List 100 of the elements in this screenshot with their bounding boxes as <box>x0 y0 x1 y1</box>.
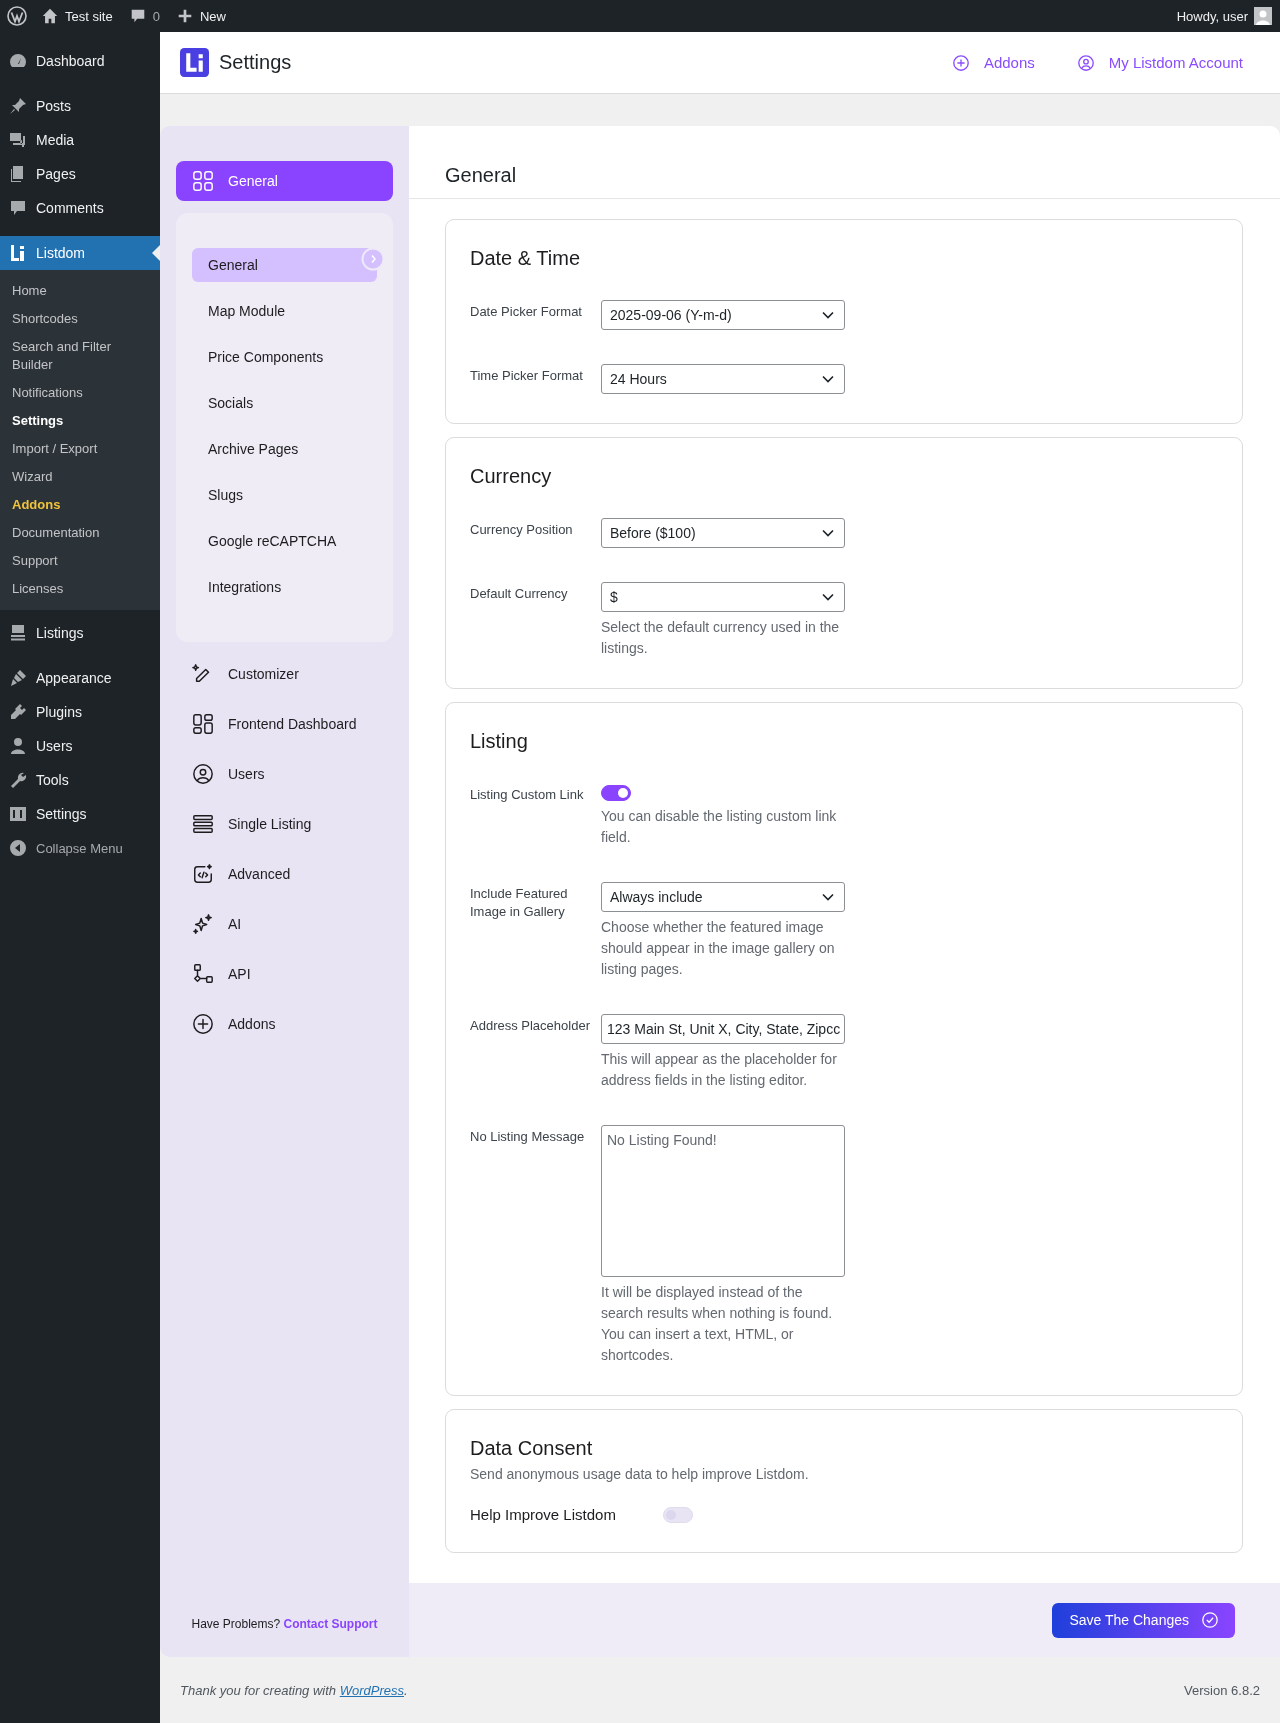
admin-submenu-item[interactable]: Addons <box>0 491 160 519</box>
help-text: Choose whether the featured image should appear in the image gallery on listing pages. <box>601 918 836 980</box>
admin-menu-item[interactable]: Comments <box>0 191 160 225</box>
home-icon <box>41 7 59 25</box>
subnav-item[interactable]: General <box>192 248 377 282</box>
field-label: Time Picker Format <box>470 367 584 386</box>
plus-circle-icon <box>951 53 970 72</box>
chevron-down-icon <box>822 593 834 602</box>
admin-submenu-item[interactable]: Shortcodes <box>0 305 160 333</box>
media-icon <box>8 130 28 150</box>
save-button[interactable]: Save The Changes <box>1052 1602 1235 1638</box>
subnav-item[interactable]: Price Components <box>192 340 377 374</box>
site-link[interactable]: Test site <box>41 7 113 25</box>
admin-submenu-item[interactable]: Licenses <box>0 575 160 603</box>
plus-icon <box>192 1013 214 1035</box>
select-dropdown[interactable]: 24 Hours <box>601 364 845 395</box>
select-dropdown[interactable]: $ <box>601 582 845 613</box>
listings-icon <box>8 623 28 643</box>
help-text: This will appear as the placeholder for address fields in the listing editor. <box>601 1050 838 1091</box>
comments-link[interactable]: 0 <box>128 7 160 25</box>
admin-menu-item[interactable]: Collapse Menu <box>0 831 160 865</box>
admin-submenu-item[interactable]: Documentation <box>0 519 160 547</box>
admin-menu-item[interactable]: Users <box>0 729 160 763</box>
admin-submenu-item[interactable]: Settings <box>0 407 160 435</box>
nav-tab[interactable]: Customizer <box>176 654 393 694</box>
select-dropdown[interactable]: Always include <box>601 882 845 913</box>
code-icon <box>192 863 214 885</box>
field-label: No Listing Message <box>470 1128 586 1147</box>
flow-icon <box>192 963 214 985</box>
nav-tab[interactable]: AI <box>176 904 393 944</box>
field-label: Address Placeholder <box>470 1017 591 1036</box>
field-label: Listing Custom Link <box>470 786 585 805</box>
header-link[interactable]: My Listdom Account <box>1076 53 1243 72</box>
admin-menu-item[interactable]: Posts <box>0 89 160 123</box>
rows-icon <box>192 813 214 835</box>
account-link[interactable]: Howdy, user <box>1176 7 1272 25</box>
field-label: Currency Position <box>470 521 574 540</box>
nav-tab[interactable]: Frontend Dashboard <box>176 704 393 744</box>
nav-tab[interactable]: Addons <box>176 1004 393 1044</box>
admin-submenu-item[interactable]: Support <box>0 547 160 575</box>
admin-menu-item[interactable]: Listings <box>0 616 160 650</box>
nav-tab[interactable]: API <box>176 954 393 994</box>
subnav-item[interactable]: Integrations <box>192 570 377 604</box>
listdom-logo-icon <box>180 48 209 77</box>
admin-menu-item[interactable]: Settings <box>0 797 160 831</box>
admin-submenu-item[interactable]: Wizard <box>0 463 160 491</box>
subnav-item[interactable]: Map Module <box>192 294 377 328</box>
admin-menu-item[interactable]: Dashboard <box>0 44 160 78</box>
page-title: Settings <box>219 51 292 74</box>
card-description: Send anonymous usage data to help improve Listdom. <box>470 1466 810 1483</box>
help-text: Have Problems? Contact Support <box>190 1617 379 1631</box>
field-label: Include Featured Image in Gallery <box>470 885 569 922</box>
header-link[interactable]: Addons <box>951 53 1035 72</box>
card-title: Date & Time <box>470 246 582 271</box>
admin-submenu-item[interactable]: Home <box>0 277 160 305</box>
help-text: You can disable the listing custom link field. <box>601 807 838 848</box>
admin-submenu-item[interactable]: Notifications <box>0 379 160 407</box>
footer-text: Thank you for creating with WordPress. <box>180 1682 408 1698</box>
plug-icon <box>8 702 28 722</box>
admin-menu-item[interactable]: Pages <box>0 157 160 191</box>
sparkle-icon <box>192 913 214 935</box>
nav-tab[interactable]: Advanced <box>176 854 393 894</box>
select-dropdown[interactable]: 2025-09-06 (Y-m-d) <box>601 300 845 331</box>
field-label: Date Picker Format <box>470 303 583 322</box>
wordpress-logo-icon[interactable] <box>7 6 27 26</box>
grid2-icon <box>192 713 214 735</box>
grid-icon <box>192 170 214 192</box>
help-text: Select the default currency used in the listings. <box>601 618 841 659</box>
field-label: Default Currency <box>470 585 569 604</box>
subnav-item[interactable]: Google reCAPTCHA <box>192 524 377 558</box>
collapse-icon <box>8 838 28 858</box>
subnav-item[interactable]: Socials <box>192 386 377 420</box>
field-label: Help Improve Listdom <box>470 1506 617 1524</box>
textarea-field[interactable]: No Listing Found! <box>601 1125 845 1278</box>
nav-tab[interactable]: General <box>176 161 393 201</box>
toggle-switch[interactable] <box>601 785 631 802</box>
subnav-item[interactable]: Slugs <box>192 478 377 512</box>
admin-menu-item[interactable]: Media <box>0 123 160 157</box>
chevron-down-icon <box>822 375 834 384</box>
admin-menu-item[interactable]: Tools <box>0 763 160 797</box>
input-field[interactable]: 123 Main St, Unit X, City, State, Zipcc <box>601 1014 845 1045</box>
admin-menu-item[interactable]: Listdom <box>0 236 160 270</box>
subnav-item[interactable]: Archive Pages <box>192 432 377 466</box>
version-text: Version 6.8.2 <box>1184 1682 1260 1698</box>
chevron-circle-icon <box>361 247 385 271</box>
user-icon <box>8 736 28 756</box>
admin-submenu-item[interactable]: Import / Export <box>0 435 160 463</box>
new-link[interactable]: New <box>175 7 226 25</box>
select-dropdown[interactable]: Before ($100) <box>601 518 845 549</box>
wordpress-link[interactable]: WordPress <box>339 1682 404 1698</box>
contact-support-link[interactable]: Contact Support <box>283 1617 378 1631</box>
chevron-down-icon <box>822 893 834 902</box>
admin-menu-item[interactable]: Appearance <box>0 661 160 695</box>
chevron-down-icon <box>822 529 834 538</box>
user-circle-icon <box>1076 53 1095 72</box>
pin-icon <box>8 96 28 116</box>
nav-tab[interactable]: Users <box>176 754 393 794</box>
nav-tab[interactable]: Single Listing <box>176 804 393 844</box>
admin-submenu-item[interactable]: Search and Filter Builder <box>0 333 160 379</box>
admin-menu-item[interactable]: Plugins <box>0 695 160 729</box>
